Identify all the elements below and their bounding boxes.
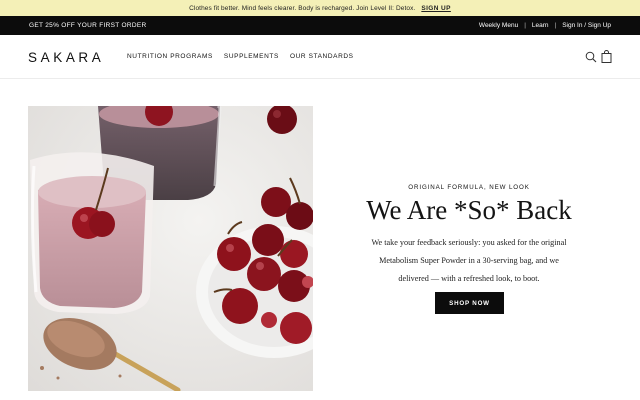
sign-up-link[interactable]: SIGN UP: [421, 5, 451, 12]
weekly-menu-link[interactable]: Weekly Menu: [479, 22, 518, 29]
main-nav: NUTRITION PROGRAMS SUPPLEMENTS OUR STAND…: [127, 53, 365, 60]
promo-link[interactable]: GET 25% OFF YOUR FIRST ORDER: [29, 22, 146, 29]
shopping-bag-icon[interactable]: [601, 50, 612, 63]
shop-now-button[interactable]: SHOP NOW: [435, 292, 504, 314]
search-icon[interactable]: [585, 51, 597, 63]
utility-separator: |: [554, 22, 557, 29]
announcement-bar: Clothes fit better. Mind feels clearer. …: [0, 0, 640, 16]
nav-nutrition-programs[interactable]: NUTRITION PROGRAMS: [127, 53, 213, 60]
hero-image: [28, 106, 313, 391]
sign-in-link[interactable]: Sign In / Sign Up: [562, 22, 611, 29]
hero-headline: We Are *So* Back: [366, 195, 572, 225]
learn-link[interactable]: Learn: [532, 22, 549, 29]
pink-smoothie-glass: [30, 152, 154, 314]
utility-links: Weekly Menu | Learn | Sign In / Sign Up: [479, 22, 611, 29]
utility-separator: |: [524, 22, 526, 29]
nav-supplements[interactable]: SUPPLEMENTS: [224, 53, 279, 60]
utility-bar: GET 25% OFF YOUR FIRST ORDER Weekly Menu…: [0, 16, 640, 35]
site-header: SAKARA NUTRITION PROGRAMS SUPPLEMENTS OU…: [0, 35, 640, 79]
hero-eyebrow: ORIGINAL FORMULA, NEW LOOK: [408, 184, 530, 191]
announcement-text: Clothes fit better. Mind feels clearer. …: [189, 4, 416, 12]
hero-body: We take your feedback seriously: you ask…: [371, 238, 567, 283]
nav-our-standards[interactable]: OUR STANDARDS: [290, 53, 354, 60]
logo[interactable]: SAKARA: [28, 50, 104, 65]
